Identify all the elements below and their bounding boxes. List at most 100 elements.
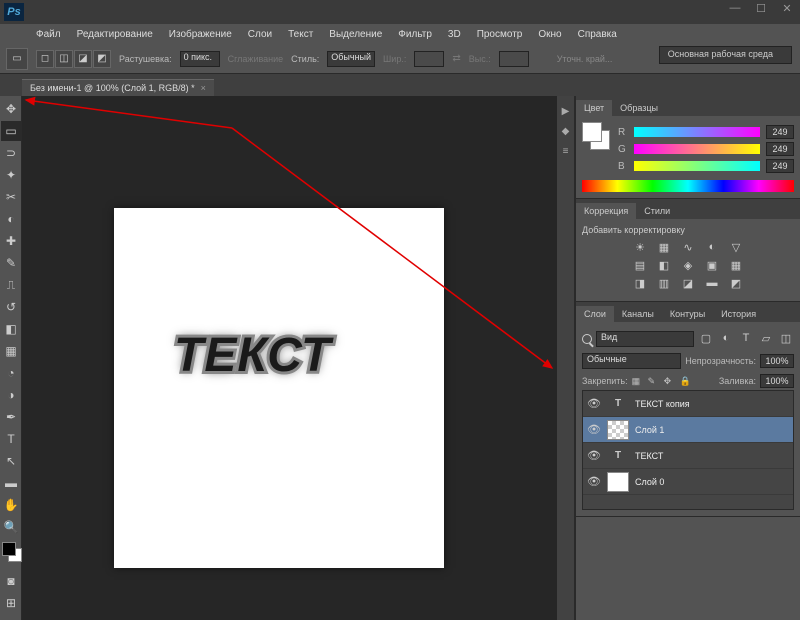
- filter-adjust-icon[interactable]: ◐: [718, 332, 734, 346]
- tab-paths[interactable]: Контуры: [662, 306, 713, 322]
- hand-tool[interactable]: ✋: [1, 495, 21, 515]
- selection-add-icon[interactable]: ◫: [55, 50, 73, 68]
- menu-слои[interactable]: Слои: [242, 27, 278, 42]
- lock-position-icon[interactable]: ✥: [664, 376, 676, 387]
- document-tab[interactable]: Без имени-1 @ 100% (Слой 1, RGB/8) * ×: [22, 79, 214, 96]
- canvas[interactable]: ТЕКСТ ТЕКСТ: [114, 208, 444, 568]
- menu-просмотр[interactable]: Просмотр: [471, 27, 529, 42]
- lock-all-icon[interactable]: 🔒: [680, 376, 692, 387]
- tool-preset-icon[interactable]: ▭: [6, 48, 28, 70]
- layer-name[interactable]: Слой 1: [635, 425, 664, 435]
- text-layer[interactable]: ТЕКСТ: [174, 328, 331, 383]
- color-swatches[interactable]: [2, 542, 19, 566]
- blend-mode-select[interactable]: Обычные: [582, 353, 681, 369]
- adj-posterize-icon[interactable]: ▥: [656, 277, 672, 291]
- menu-фильтр[interactable]: Фильтр: [392, 27, 438, 42]
- close-button[interactable]: ✕: [778, 2, 796, 16]
- eyedropper-tool[interactable]: ◐: [1, 209, 21, 229]
- tab-adjustments[interactable]: Коррекция: [576, 203, 636, 219]
- channel-value[interactable]: 249: [766, 125, 794, 139]
- close-tab-icon[interactable]: ×: [201, 83, 206, 93]
- adj-threshold-icon[interactable]: ◪: [680, 277, 696, 291]
- brush-tool[interactable]: ✎: [1, 253, 21, 273]
- visibility-toggle-icon[interactable]: 👁: [587, 475, 601, 488]
- dodge-tool[interactable]: ◑: [1, 385, 21, 405]
- filter-type-icon[interactable]: T: [738, 332, 754, 346]
- filter-pixel-icon[interactable]: ▢: [698, 332, 714, 346]
- adj-levels-icon[interactable]: ▦: [656, 241, 672, 255]
- feather-input[interactable]: 0 пикс.: [180, 51, 220, 67]
- menu-окно[interactable]: Окно: [532, 27, 567, 42]
- selection-new-icon[interactable]: ◻: [36, 50, 54, 68]
- crop-tool[interactable]: ✂: [1, 187, 21, 207]
- path-tool[interactable]: ↖: [1, 451, 21, 471]
- menu-изображение[interactable]: Изображение: [163, 27, 238, 42]
- pen-tool[interactable]: ✒: [1, 407, 21, 427]
- layer-thumb[interactable]: [607, 472, 629, 492]
- adj-curves-icon[interactable]: ∿: [680, 241, 696, 255]
- stamp-tool[interactable]: ⎍: [1, 275, 21, 295]
- tab-styles[interactable]: Стили: [636, 203, 678, 219]
- dock-icon-1[interactable]: ◆: [558, 126, 574, 142]
- filter-shape-icon[interactable]: ▱: [758, 332, 774, 346]
- adj-selective-icon[interactable]: ◩: [728, 277, 744, 291]
- menu-справка[interactable]: Справка: [572, 27, 623, 42]
- type-tool[interactable]: T: [1, 429, 21, 449]
- style-select[interactable]: Обычный: [327, 51, 375, 67]
- blur-tool[interactable]: ◔: [1, 363, 21, 383]
- adj-gradient-icon[interactable]: ▬: [704, 277, 720, 291]
- tab-history[interactable]: История: [713, 306, 764, 322]
- menu-выделение[interactable]: Выделение: [323, 27, 388, 42]
- refine-edge-button[interactable]: Уточн. край...: [557, 54, 613, 64]
- hue-strip[interactable]: [582, 180, 794, 192]
- selection-intersect-icon[interactable]: ◩: [93, 50, 111, 68]
- menu-текст[interactable]: Текст: [282, 27, 319, 42]
- antialias-checkbox[interactable]: Сглаживание: [228, 54, 284, 64]
- quickmask-tool[interactable]: ◙: [1, 571, 21, 591]
- layer-row[interactable]: 👁TТЕКСТ копия: [583, 391, 793, 417]
- adj-exposure-icon[interactable]: ◐: [704, 241, 720, 255]
- menu-файл[interactable]: Файл: [30, 27, 67, 42]
- canvas-area[interactable]: ТЕКСТ ТЕКСТ: [22, 96, 557, 620]
- opacity-input[interactable]: 100%: [760, 354, 794, 368]
- layer-thumb[interactable]: [607, 420, 629, 440]
- tab-swatches[interactable]: Образцы: [612, 100, 666, 116]
- adj-hue-icon[interactable]: ▤: [632, 259, 648, 273]
- history-brush-tool[interactable]: ↺: [1, 297, 21, 317]
- healing-tool[interactable]: ✚: [1, 231, 21, 251]
- gradient-tool[interactable]: ▦: [1, 341, 21, 361]
- visibility-toggle-icon[interactable]: 👁: [587, 397, 601, 410]
- selection-subtract-icon[interactable]: ◪: [74, 50, 92, 68]
- workspace-switcher[interactable]: Основная рабочая среда: [659, 46, 792, 64]
- tab-layers[interactable]: Слои: [576, 306, 614, 322]
- channel-value[interactable]: 249: [766, 142, 794, 156]
- tab-channels[interactable]: Каналы: [614, 306, 662, 322]
- dock-icon-2[interactable]: ≡: [558, 146, 574, 162]
- layer-row[interactable]: 👁 Слой 0: [583, 469, 793, 495]
- marquee-tool[interactable]: ▭: [1, 121, 21, 141]
- adj-vibrance-icon[interactable]: ▽: [728, 241, 744, 255]
- adj-lookup-icon[interactable]: ▦: [728, 259, 744, 273]
- wand-tool[interactable]: ✦: [1, 165, 21, 185]
- slider-r[interactable]: [634, 127, 760, 137]
- minimize-button[interactable]: —: [726, 2, 744, 16]
- visibility-toggle-icon[interactable]: 👁: [587, 449, 601, 462]
- color-preview[interactable]: [582, 122, 612, 152]
- layer-thumb-type-icon[interactable]: T: [607, 394, 629, 414]
- visibility-toggle-icon[interactable]: 👁: [587, 423, 601, 436]
- menu-3d[interactable]: 3D: [442, 27, 467, 42]
- shape-tool[interactable]: ▬: [1, 473, 21, 493]
- slider-g[interactable]: [634, 144, 760, 154]
- zoom-tool[interactable]: 🔍: [1, 517, 21, 537]
- lock-pixels-icon[interactable]: ✎: [648, 376, 660, 387]
- lock-transparent-icon[interactable]: ▦: [632, 376, 644, 387]
- layer-name[interactable]: ТЕКСТ: [635, 451, 663, 461]
- layer-name[interactable]: Слой 0: [635, 477, 664, 487]
- fill-input[interactable]: 100%: [760, 374, 794, 388]
- eraser-tool[interactable]: ◧: [1, 319, 21, 339]
- expand-dock-icon[interactable]: ▶: [558, 106, 574, 122]
- filter-smart-icon[interactable]: ◫: [778, 332, 794, 346]
- layer-filter-select[interactable]: Вид: [596, 331, 694, 347]
- screenmode-tool[interactable]: ⊞: [1, 593, 21, 613]
- slider-b[interactable]: [634, 161, 760, 171]
